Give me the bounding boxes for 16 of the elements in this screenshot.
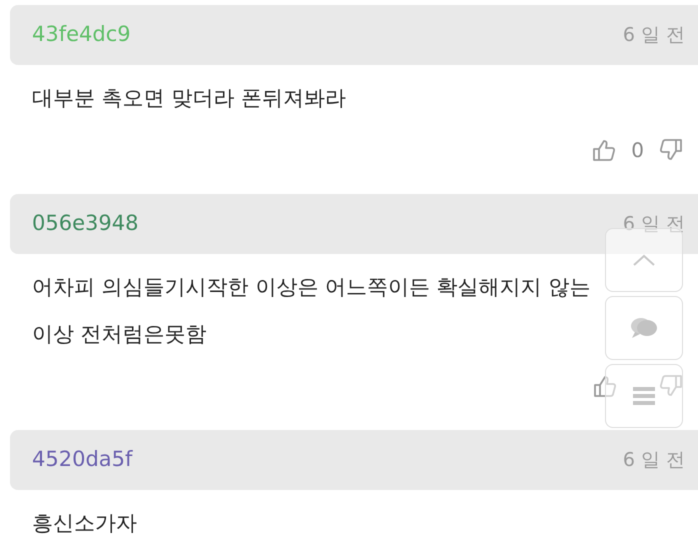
list-button[interactable] [605,364,683,428]
comment-text: 흥신소가자 [32,510,137,537]
like-count: 0 [631,137,644,164]
thumbs-down-icon[interactable] [658,373,684,399]
thumbs-up-icon[interactable] [591,137,618,163]
comment-text: 어차피 의심들기시작한 이상은 어느쪽이든 확실해지지 않는 [32,274,590,301]
comment-author: 4520da5f [32,446,132,474]
thumbs-up-icon[interactable] [592,373,618,399]
comment-time: 6 일 전 [622,22,685,48]
comment-author: 056e3948 [32,210,138,238]
comment-author: 43fe4dc9 [32,21,131,48]
comment-text: 대부분 촉오면 맞더라 폰뒤져봐라 [32,85,346,112]
comments-button[interactable] [605,296,683,360]
thumbs-down-icon[interactable] [658,137,684,163]
comment-text: 이상 전처럼은못함 [32,321,207,348]
comment-time: 6 일 전 [622,448,685,473]
